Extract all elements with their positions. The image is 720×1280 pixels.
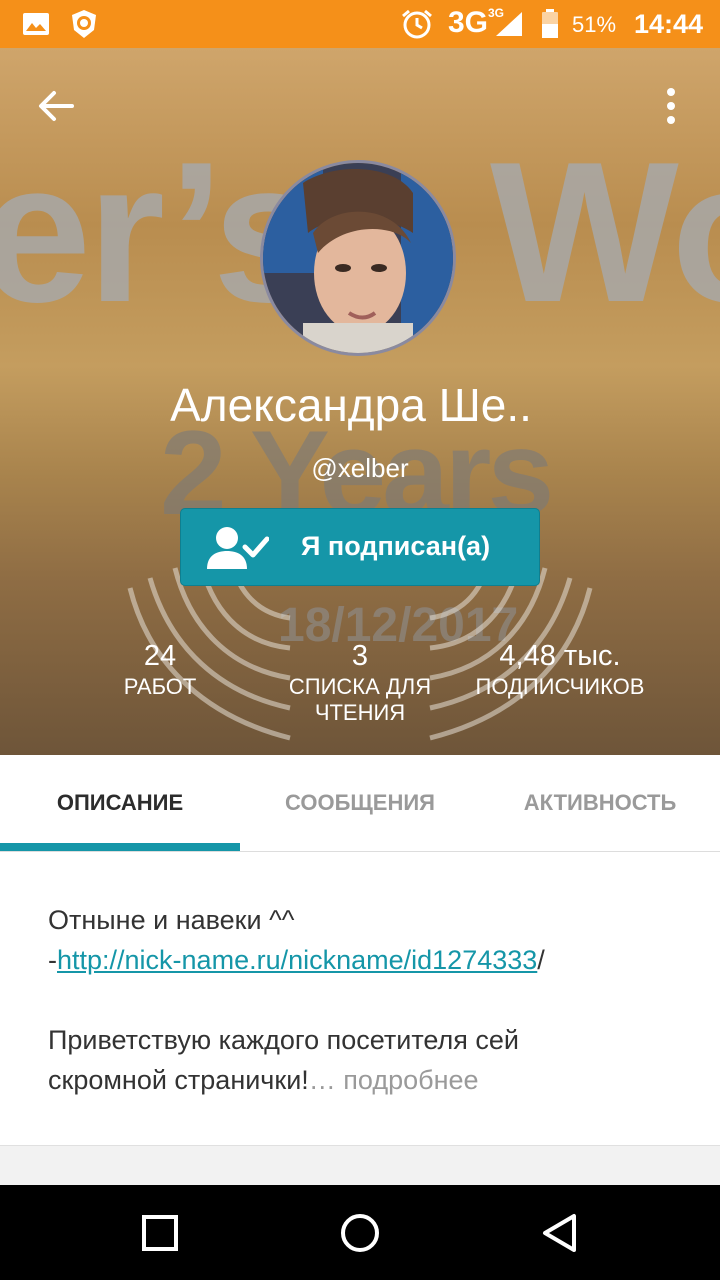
stat-works-value: 24 xyxy=(143,640,177,672)
lion-shield-icon xyxy=(72,10,96,38)
section-separator xyxy=(0,1145,720,1186)
avatar-image xyxy=(263,163,453,353)
tab-activity[interactable]: АКТИВНОСТЬ xyxy=(480,755,720,851)
tab-description[interactable]: ОПИСАНИЕ xyxy=(0,755,240,851)
description-ellipsis: … xyxy=(308,1065,336,1095)
back-icon[interactable] xyxy=(536,1209,584,1257)
stat-reading-lists[interactable]: 3 СПИСКА ДЛЯ ЧТЕНИЯ xyxy=(250,638,470,726)
system-navigation-bar xyxy=(0,1185,720,1280)
recent-apps-icon[interactable] xyxy=(136,1209,184,1257)
clock: 14:44 xyxy=(634,9,704,39)
stat-works[interactable]: 24 РАБОТ xyxy=(50,638,270,700)
background-text-right: Wo xyxy=(490,121,720,344)
battery-percent: 51% xyxy=(572,12,617,37)
following-button-label: Я подписан(а) xyxy=(301,531,491,561)
link-suffix: / xyxy=(537,945,545,975)
active-tab-indicator xyxy=(0,843,240,851)
stat-reading-lists-value: 3 xyxy=(351,640,369,672)
stat-followers-value: 4,48 тыс. xyxy=(499,640,621,672)
user-check-icon xyxy=(207,527,269,569)
profile-description: Отныне и навеки ^^ -http://nick-name.ru/… xyxy=(48,900,678,1100)
home-icon[interactable] xyxy=(336,1209,384,1257)
back-arrow-icon[interactable] xyxy=(36,86,76,126)
profile-handle: @xelber xyxy=(311,453,409,483)
link-prefix: - xyxy=(48,945,57,975)
description-line1: Отныне и навеки ^^ xyxy=(48,905,295,935)
read-more-label[interactable]: подробнее xyxy=(343,1065,478,1095)
stat-followers-label: ПОДПИСЧИКОВ xyxy=(475,674,645,699)
gallery-icon xyxy=(23,13,49,35)
stat-followers[interactable]: 4,48 тыс. ПОДПИСЧИКОВ xyxy=(450,638,670,700)
description-link-line: -http://nick-name.ru/nickname/id1274333/ xyxy=(48,940,678,980)
status-bar: 3G 3G 51% 14:44 xyxy=(0,0,720,48)
avatar[interactable] xyxy=(260,160,456,356)
stat-works-label: РАБОТ xyxy=(123,674,197,699)
profile-link[interactable]: http://nick-name.ru/nickname/id1274333 xyxy=(57,945,537,975)
description-paragraph: Приветствую каждого посетителя сей скром… xyxy=(48,1020,608,1100)
tab-messages[interactable]: СООБЩЕНИЯ xyxy=(240,755,480,851)
profile-tabs: ОПИСАНИЕ СООБЩЕНИЯ АКТИВНОСТЬ xyxy=(0,755,720,852)
more-options-icon[interactable] xyxy=(656,86,686,126)
following-button[interactable]: Я подписан(а) xyxy=(180,508,540,586)
battery-icon xyxy=(542,9,558,38)
profile-header: er’s Wo 2 Years 18/12/2017 xyxy=(0,48,720,755)
alarm-icon xyxy=(402,9,432,39)
stat-reading-lists-label: СПИСКА ДЛЯ ЧТЕНИЯ xyxy=(288,674,432,725)
network-type: 3G xyxy=(448,6,489,39)
profile-name: Александра Ше.. xyxy=(170,379,532,431)
signal-icon xyxy=(496,12,522,36)
